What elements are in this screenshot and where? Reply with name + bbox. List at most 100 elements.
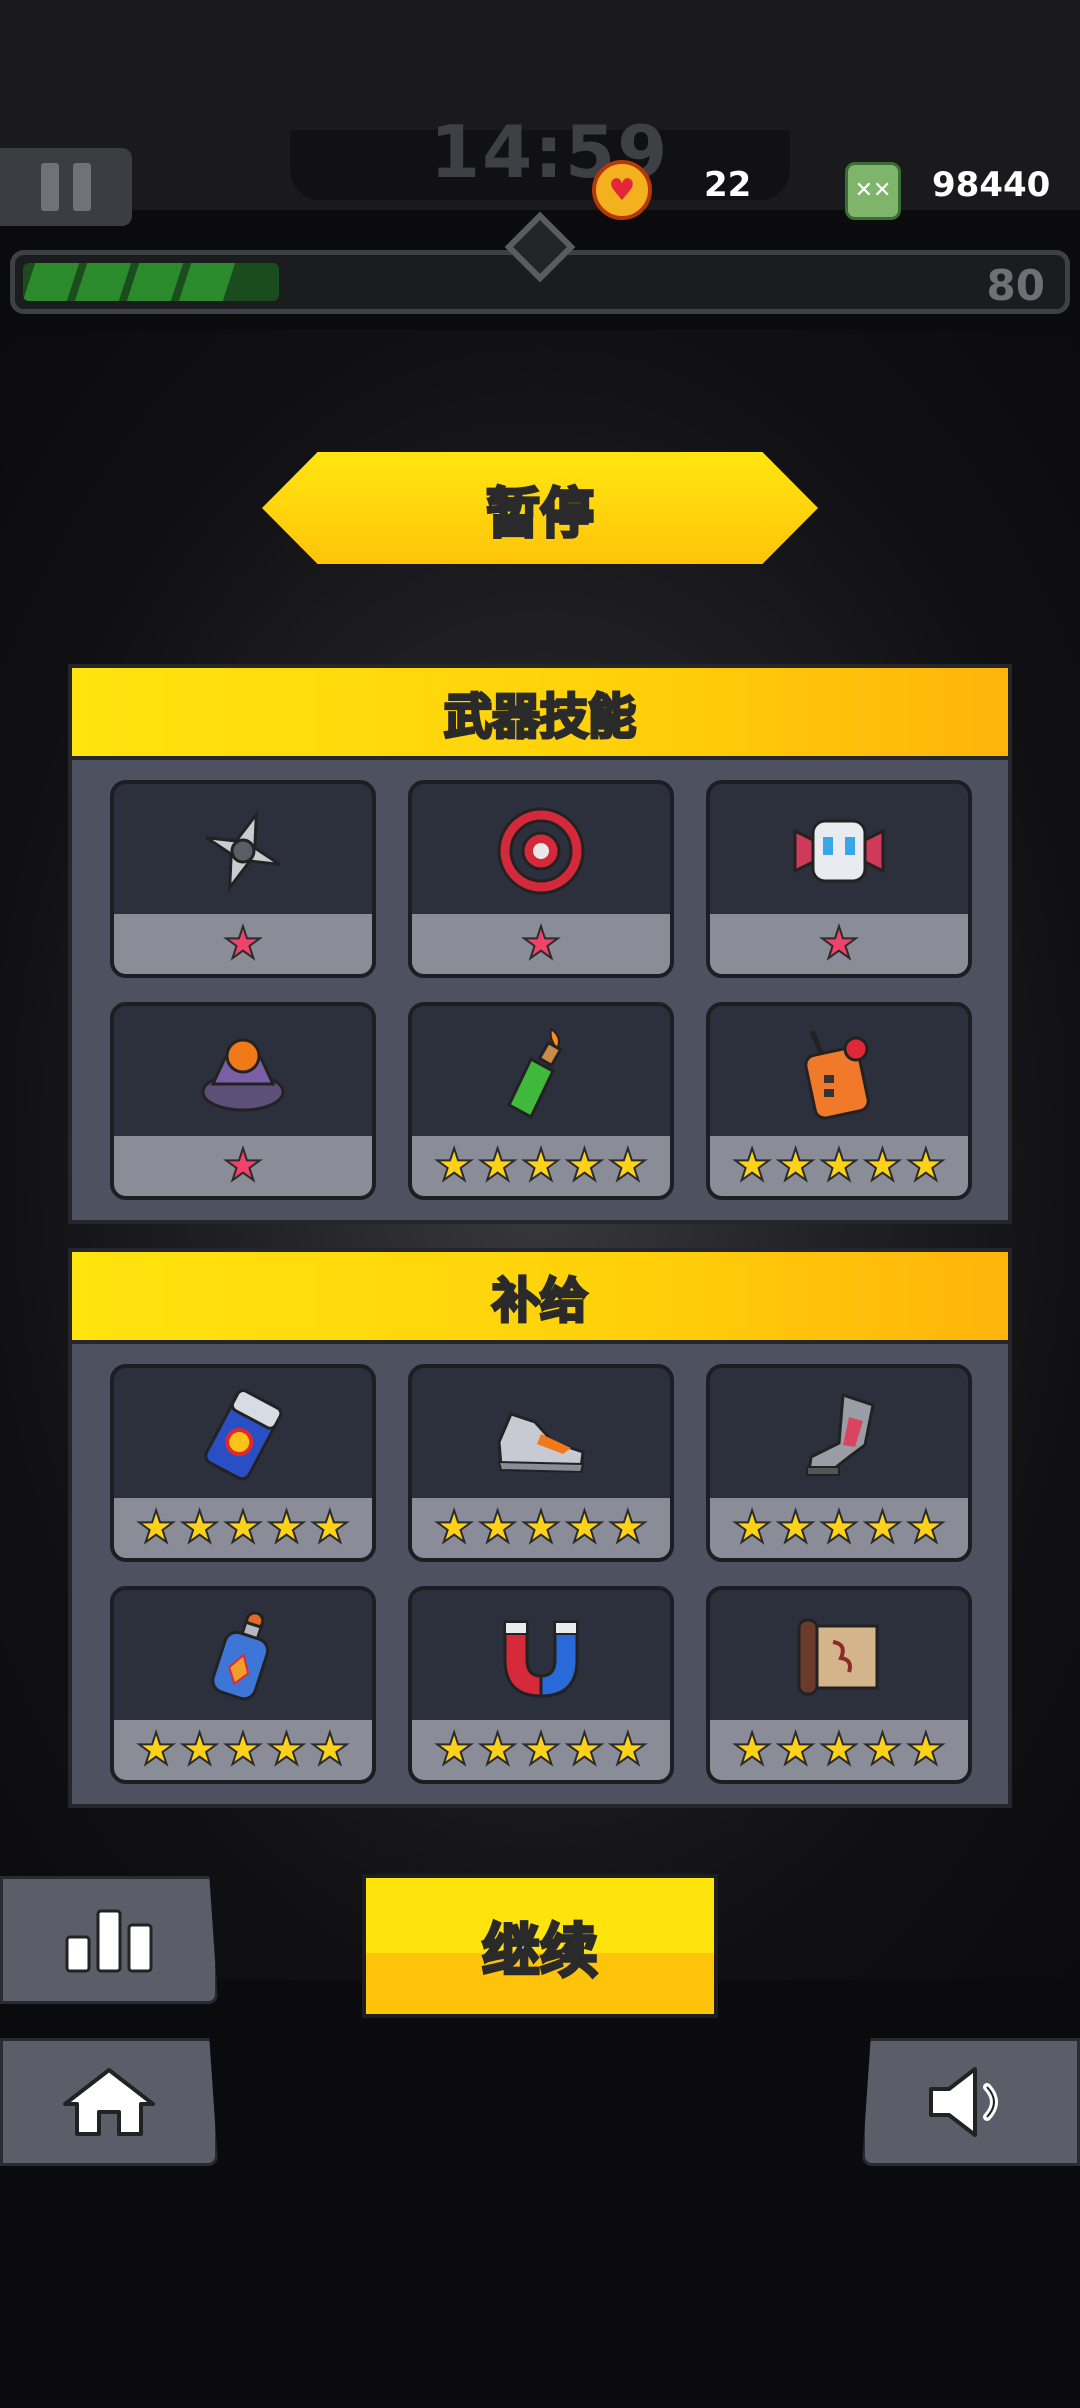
star-icon: ★ bbox=[520, 918, 561, 969]
star-icon: ★ bbox=[775, 1140, 816, 1191]
armored-boot-icon bbox=[710, 1368, 968, 1502]
zombie-coin-icon: ✕✕ bbox=[845, 162, 901, 220]
continue-button[interactable]: 继续 bbox=[362, 1874, 718, 2018]
star-icon: ★ bbox=[222, 1502, 263, 1553]
weapon-skill-card[interactable]: ★ bbox=[110, 780, 376, 978]
star-rating: ★ bbox=[114, 914, 372, 974]
star-icon: ★ bbox=[309, 1724, 350, 1775]
star-rating: ★ ★ ★ ★ ★ bbox=[114, 1720, 372, 1780]
energy-drink-icon bbox=[114, 1368, 372, 1502]
star-rating: ★ bbox=[412, 914, 670, 974]
xp-level: 80 bbox=[986, 261, 1045, 310]
supplies-heading: 补给 bbox=[490, 1272, 589, 1331]
magnet-icon bbox=[412, 1590, 670, 1724]
pause-icon-bar bbox=[73, 163, 91, 211]
page-title: 暂停 bbox=[485, 480, 596, 546]
weapon-skills-grid: ★ ★ ★ ★ ★ ★ ★ ★ ★ ★ ★ ★ ★ ★ bbox=[72, 760, 1008, 1200]
star-icon: ★ bbox=[564, 1502, 605, 1553]
star-icon: ★ bbox=[266, 1724, 307, 1775]
star-icon: ★ bbox=[520, 1502, 561, 1553]
weapon-skill-card[interactable]: ★ bbox=[110, 1002, 376, 1200]
star-icon: ★ bbox=[135, 1724, 176, 1775]
sneaker-icon bbox=[412, 1368, 670, 1502]
star-rating: ★ ★ ★ ★ ★ bbox=[710, 1498, 968, 1558]
home-button[interactable] bbox=[0, 2038, 218, 2166]
star-icon: ★ bbox=[179, 1724, 220, 1775]
star-icon: ★ bbox=[607, 1724, 648, 1775]
star-icon: ★ bbox=[433, 1140, 474, 1191]
star-icon: ★ bbox=[818, 1724, 859, 1775]
robot-drone-icon bbox=[710, 784, 968, 918]
star-rating: ★ ★ ★ ★ ★ bbox=[412, 1720, 670, 1780]
weapon-skill-card[interactable]: ★ ★ ★ ★ ★ bbox=[706, 1002, 972, 1200]
pause-button[interactable] bbox=[0, 148, 132, 226]
star-rating: ★ bbox=[710, 914, 968, 974]
star-icon: ★ bbox=[135, 1502, 176, 1553]
star-icon: ★ bbox=[607, 1140, 648, 1191]
star-rating: ★ ★ ★ ★ ★ bbox=[412, 1498, 670, 1558]
landmine-icon bbox=[114, 1006, 372, 1140]
supply-item-card[interactable]: ★ ★ ★ ★ ★ bbox=[110, 1364, 376, 1562]
star-rating: ★ ★ ★ ★ ★ bbox=[710, 1136, 968, 1196]
star-icon: ★ bbox=[477, 1502, 518, 1553]
supply-item-card[interactable]: ★ ★ ★ ★ ★ bbox=[408, 1364, 674, 1562]
star-icon: ★ bbox=[477, 1724, 518, 1775]
star-icon: ★ bbox=[905, 1724, 946, 1775]
weapon-skill-card[interactable]: ★ ★ ★ ★ ★ bbox=[408, 1002, 674, 1200]
coin-count: 98440 bbox=[932, 165, 1051, 205]
supply-item-card[interactable]: ★ ★ ★ ★ ★ bbox=[110, 1586, 376, 1784]
star-icon: ★ bbox=[862, 1724, 903, 1775]
star-rating: ★ ★ ★ ★ ★ bbox=[710, 1720, 968, 1780]
star-icon: ★ bbox=[905, 1502, 946, 1553]
target-disc-icon bbox=[412, 784, 670, 918]
hp-count: 22 bbox=[704, 165, 752, 205]
xp-segment bbox=[74, 263, 132, 301]
bar-chart-icon bbox=[65, 1909, 153, 1973]
speaker-icon bbox=[929, 2067, 998, 2137]
pause-title-banner: 暂停 bbox=[262, 452, 818, 564]
star-icon: ★ bbox=[775, 1502, 816, 1553]
continue-label: 继续 bbox=[480, 1916, 599, 1987]
star-icon: ★ bbox=[731, 1502, 772, 1553]
weapon-skills-heading: 武器技能 bbox=[442, 688, 637, 747]
remote-detonator-icon bbox=[710, 1006, 968, 1140]
supply-item-card[interactable]: ★ ★ ★ ★ ★ bbox=[706, 1586, 972, 1784]
star-icon: ★ bbox=[564, 1140, 605, 1191]
star-icon: ★ bbox=[731, 1724, 772, 1775]
supply-item-card[interactable]: ★ ★ ★ ★ ★ bbox=[706, 1364, 972, 1562]
weapon-skills-panel: 武器技能 ★ ★ ★ ★ ★ ★ ★ ★ ★ ★ ★ ★ ★ ★ bbox=[68, 664, 1012, 1224]
star-icon: ★ bbox=[520, 1140, 561, 1191]
heart-icon: ♥ bbox=[592, 160, 652, 220]
xp-segment bbox=[23, 263, 80, 301]
star-icon: ★ bbox=[266, 1502, 307, 1553]
sound-button[interactable] bbox=[862, 2038, 1080, 2166]
star-icon: ★ bbox=[520, 1724, 561, 1775]
star-icon: ★ bbox=[222, 918, 263, 969]
star-icon: ★ bbox=[433, 1724, 474, 1775]
star-icon: ★ bbox=[477, 1140, 518, 1191]
weapon-skill-card[interactable]: ★ bbox=[408, 780, 674, 978]
stats-button[interactable] bbox=[0, 1876, 218, 2004]
star-icon: ★ bbox=[564, 1724, 605, 1775]
molotov-bottle-icon bbox=[412, 1006, 670, 1140]
star-icon: ★ bbox=[818, 1502, 859, 1553]
supplies-panel: 补给 ★ ★ ★ ★ ★ ★ ★ ★ ★ ★ ★ ★ ★ ★ ★ ★ ★ ★ ★ ★ ★ ★ ★ ★ ★ ★ ★ ★ ★ ★ bbox=[68, 1248, 1012, 1808]
scroll-icon bbox=[710, 1590, 968, 1724]
xp-segment bbox=[126, 263, 184, 301]
xp-progress-fill bbox=[23, 263, 279, 301]
star-icon: ★ bbox=[818, 918, 859, 969]
weapon-skill-card[interactable]: ★ bbox=[706, 780, 972, 978]
star-icon: ★ bbox=[905, 1140, 946, 1191]
home-icon bbox=[63, 2068, 155, 2136]
supplies-header: 补给 bbox=[72, 1252, 1008, 1344]
star-icon: ★ bbox=[731, 1140, 772, 1191]
star-icon: ★ bbox=[433, 1502, 474, 1553]
star-icon: ★ bbox=[222, 1724, 263, 1775]
star-icon: ★ bbox=[862, 1502, 903, 1553]
star-icon: ★ bbox=[607, 1502, 648, 1553]
supplies-grid: ★ ★ ★ ★ ★ ★ ★ ★ ★ ★ ★ ★ ★ ★ ★ ★ ★ ★ ★ ★ ★ ★ ★ ★ ★ ★ ★ ★ ★ ★ bbox=[72, 1344, 1008, 1784]
pause-icon-bar bbox=[41, 163, 59, 211]
weapon-skills-header: 武器技能 bbox=[72, 668, 1008, 760]
supply-item-card[interactable]: ★ ★ ★ ★ ★ bbox=[408, 1586, 674, 1784]
star-icon: ★ bbox=[309, 1502, 350, 1553]
